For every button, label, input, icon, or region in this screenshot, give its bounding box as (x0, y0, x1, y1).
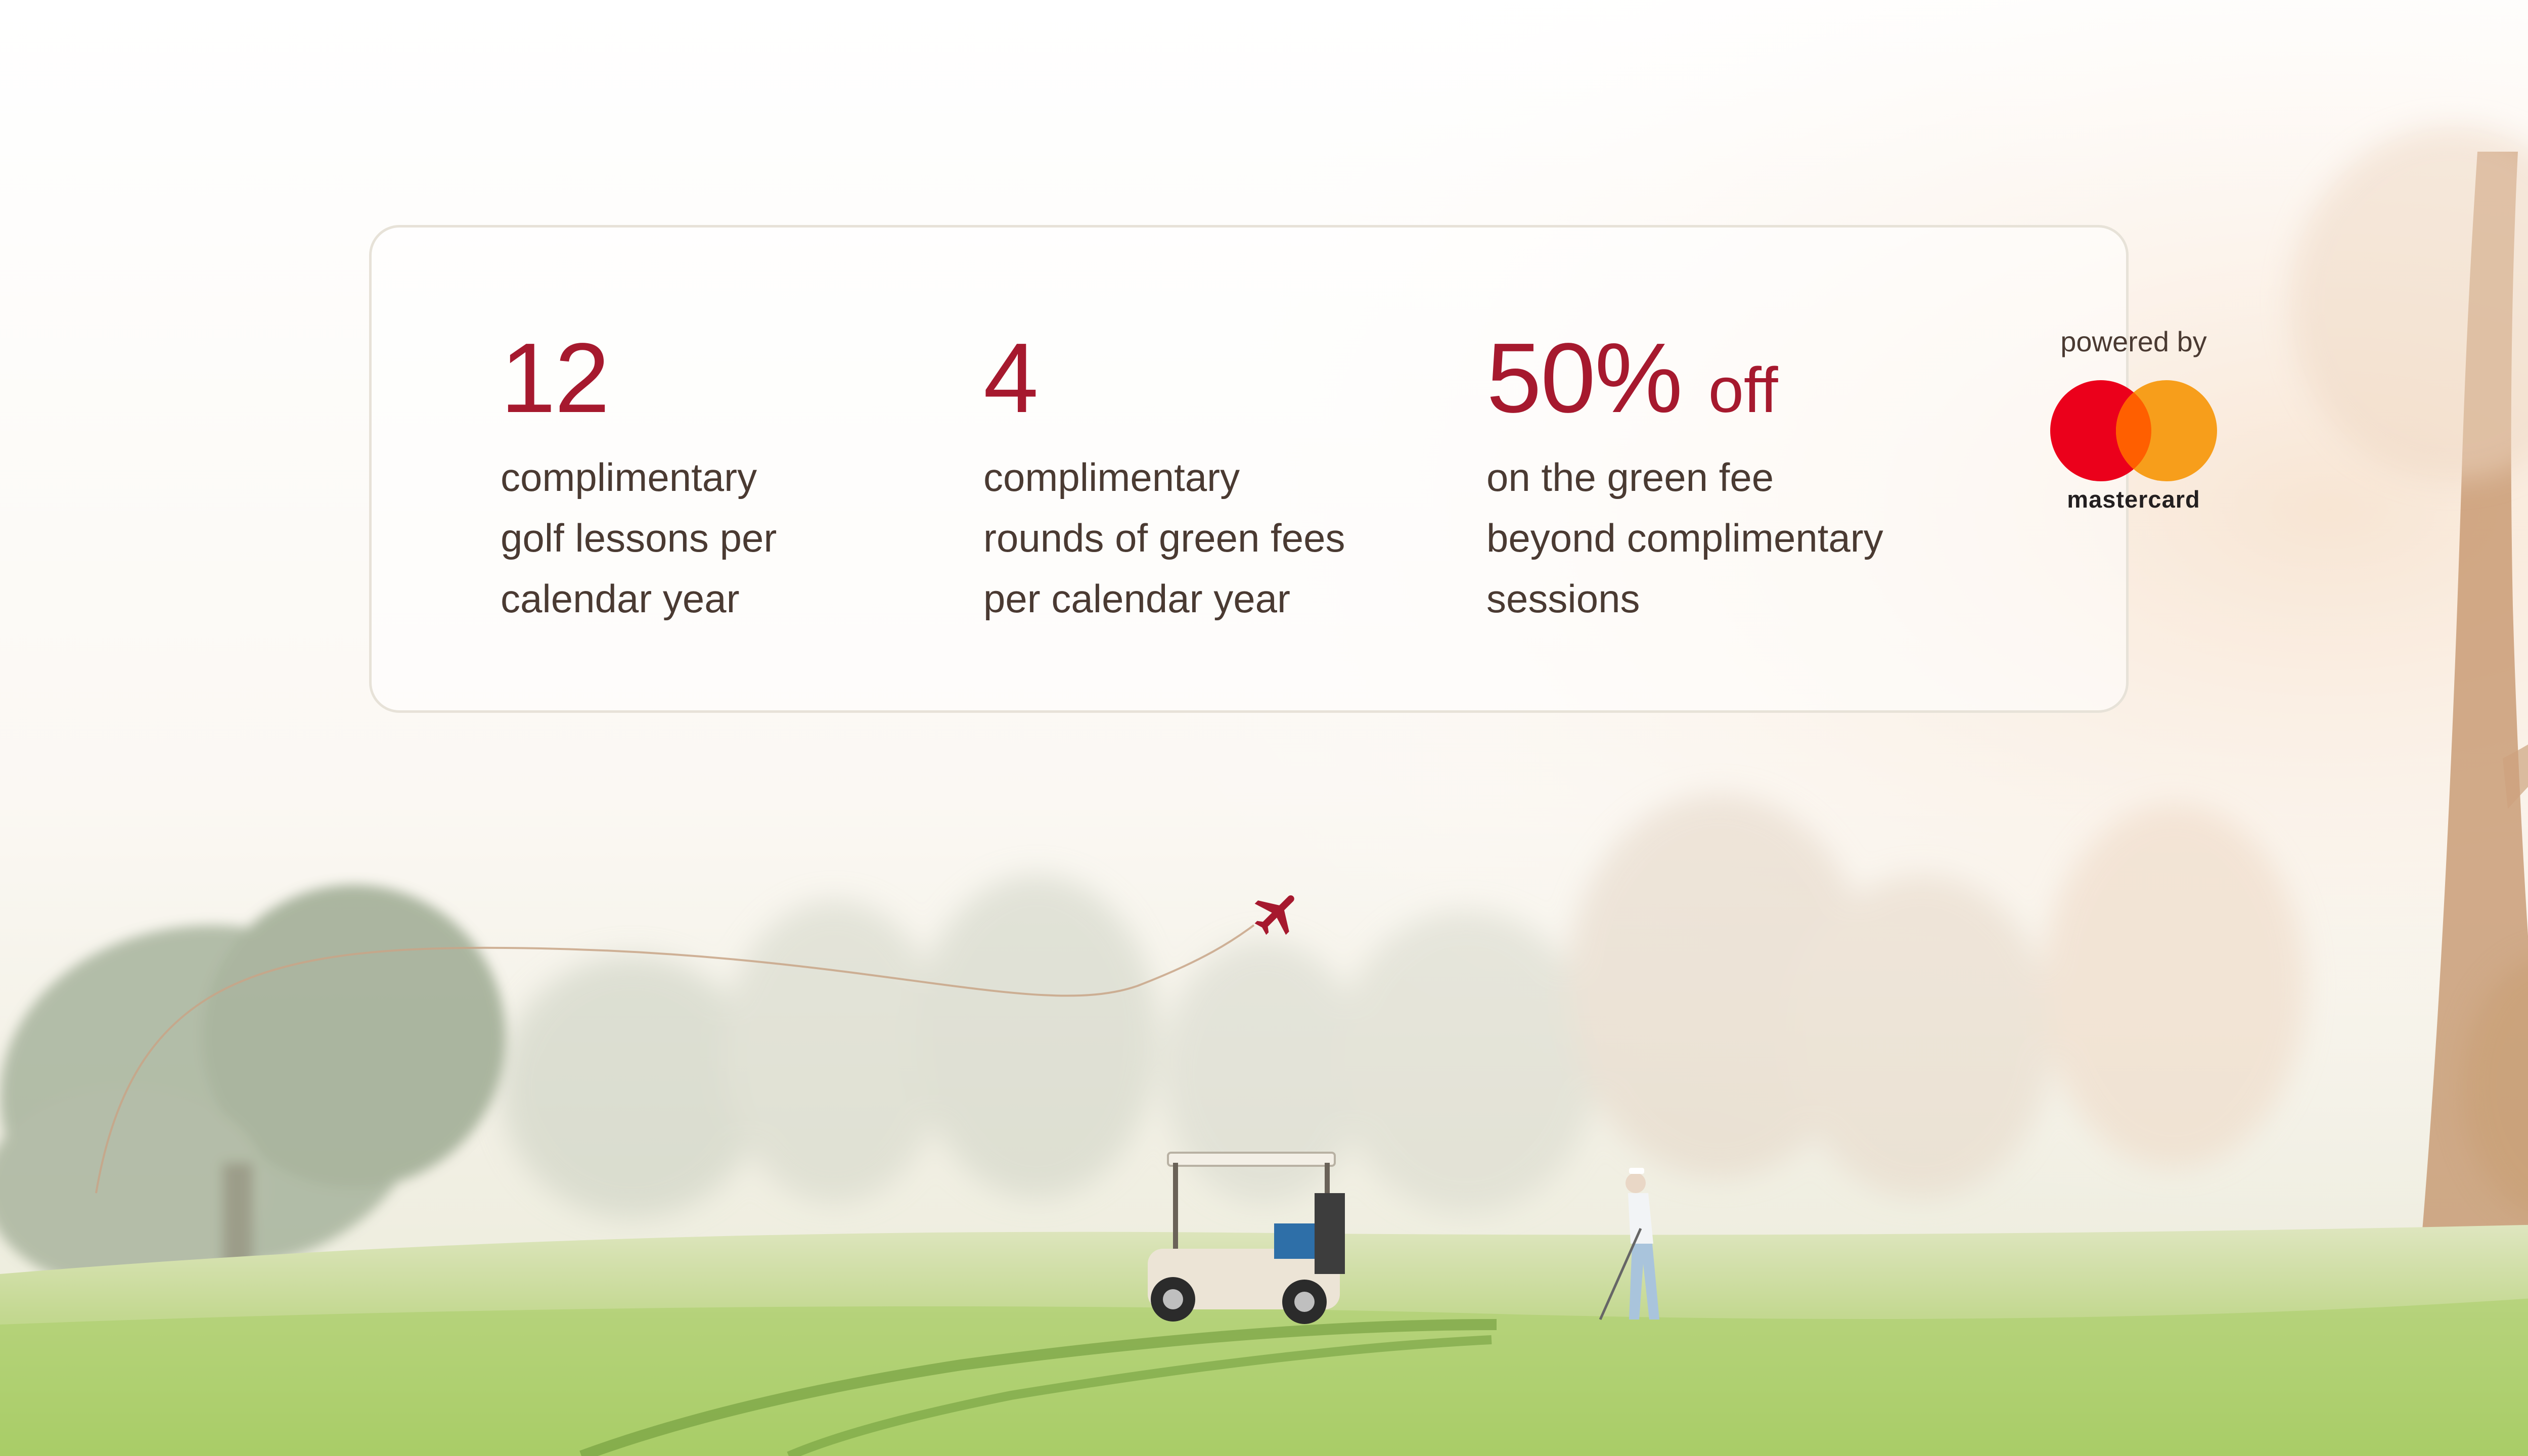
stat-golf-lessons: 12 complimentary golf lessons per calend… (501, 329, 777, 629)
stat-desc-line: golf lessons per (501, 516, 777, 560)
stat-desc-line: calendar year (501, 576, 740, 621)
golf-course-background (0, 0, 2528, 1456)
stat-description: on the green fee beyond complimentary se… (1486, 447, 1883, 629)
stat-desc-line: sessions (1486, 576, 1640, 621)
stat-value: 50% off (1486, 323, 1778, 433)
stat-desc-line: beyond complimentary (1486, 516, 1883, 560)
stat-desc-line: on the green fee (1486, 455, 1774, 499)
stat-desc-line: complimentary (501, 455, 757, 499)
stat-value: 12 (501, 323, 610, 433)
stat-description: complimentary golf lessons per calendar … (501, 447, 777, 629)
powered-by-sponsor: powered by mastercard (1997, 328, 2270, 513)
airplane-icon (1254, 895, 1294, 935)
stat-value: 4 (983, 323, 1039, 433)
stat-green-fee-rounds: 4 complimentary rounds of green fees per… (983, 329, 1345, 629)
stat-desc-line: rounds of green fees (983, 516, 1345, 560)
mastercard-logo-icon (2050, 380, 2217, 481)
stat-green-fee-discount: 50% off on the green fee beyond complime… (1486, 329, 1883, 629)
powered-by-label: powered by (2060, 326, 2207, 357)
stat-description: complimentary rounds of green fees per c… (983, 447, 1345, 629)
stat-desc-line: per calendar year (983, 576, 1291, 621)
benefits-card: 12 complimentary golf lessons per calend… (369, 225, 2129, 713)
stat-desc-line: complimentary (983, 455, 1240, 499)
mastercard-wordmark: mastercard (2067, 486, 2200, 513)
stat-value-suffix: off (1708, 354, 1778, 426)
